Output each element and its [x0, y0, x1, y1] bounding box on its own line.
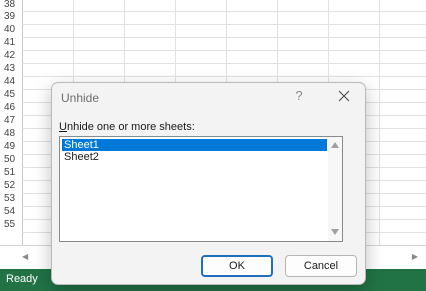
cancel-button[interactable]: Cancel	[285, 255, 357, 277]
row-number[interactable]: 54	[0, 206, 21, 218]
row-number[interactable]: 53	[0, 193, 21, 205]
row-number[interactable]: 38	[0, 0, 21, 11]
row-number[interactable]: 55	[0, 219, 21, 231]
row-header: 38 39 40 41 42 43 44 45 46 47 48 49 50 5…	[0, 0, 23, 245]
ok-button[interactable]: OK	[201, 255, 273, 277]
row-number[interactable]: 47	[0, 115, 21, 127]
row-number[interactable]: 50	[0, 154, 21, 166]
row-number[interactable]: 43	[0, 63, 21, 75]
gridline	[22, 50, 426, 51]
sheets-list-label-text: nhide one or more sheets:	[66, 121, 195, 133]
scroll-up-icon[interactable]	[331, 142, 339, 148]
row-number[interactable]: 51	[0, 167, 21, 179]
list-item-sheet1[interactable]: Sheet1	[62, 139, 327, 151]
sheets-listbox[interactable]: Sheet1 Sheet2	[59, 136, 343, 242]
row-number[interactable]: 41	[0, 37, 21, 49]
row-number[interactable]: 42	[0, 50, 21, 62]
scroll-down-icon[interactable]	[331, 229, 339, 235]
list-item-sheet2[interactable]: Sheet2	[62, 151, 327, 163]
status-ready-text: Ready	[6, 273, 38, 285]
sheets-list-label: Unhide one or more sheets:	[59, 121, 195, 133]
gridline	[379, 0, 380, 245]
dialog-title: Unhide	[61, 91, 100, 105]
scroll-left-arrow-icon[interactable]: ◀	[22, 252, 28, 261]
row-number[interactable]: 48	[0, 128, 21, 140]
help-button[interactable]: ?	[292, 88, 306, 104]
gridline	[22, 63, 426, 64]
row-number[interactable]: 39	[0, 11, 21, 23]
row-number[interactable]: 49	[0, 141, 21, 153]
row-number[interactable]: 46	[0, 102, 21, 114]
gridline	[22, 11, 426, 12]
row-number[interactable]: 44	[0, 76, 21, 88]
gridline	[22, 24, 426, 25]
close-icon[interactable]	[334, 86, 354, 106]
gridline	[22, 76, 426, 77]
accelerator-key: U	[59, 121, 67, 133]
row-number[interactable]: 40	[0, 24, 21, 36]
unhide-dialog: Unhide ? Unhide one or more sheets: Shee…	[51, 82, 366, 285]
gridline	[22, 37, 426, 38]
row-number[interactable]: 45	[0, 89, 21, 101]
listbox-scrollbar[interactable]	[328, 137, 342, 241]
row-number[interactable]: 52	[0, 180, 21, 192]
scroll-right-arrow-icon[interactable]: ▶	[412, 252, 418, 261]
